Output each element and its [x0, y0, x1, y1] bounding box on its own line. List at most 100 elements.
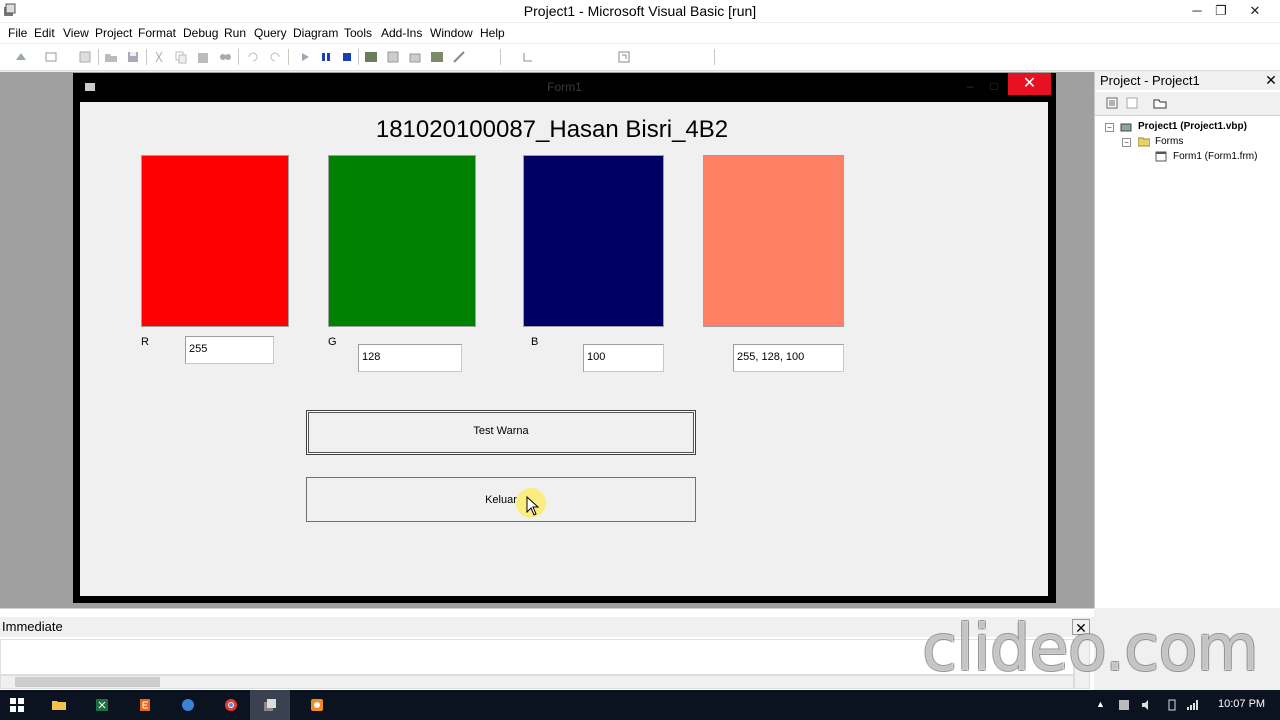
taskbar-clock[interactable]: 10:07 PM [1218, 698, 1265, 710]
exit-button[interactable]: Keluar [306, 477, 696, 522]
volume-icon[interactable] [1141, 699, 1153, 711]
taskbar-excel[interactable] [82, 690, 122, 720]
taskbar-recorder[interactable] [297, 690, 337, 720]
open-project-icon[interactable] [104, 50, 118, 64]
tray-app-icon[interactable] [1118, 699, 1130, 711]
menu-add-ins[interactable]: Add-Ins [381, 26, 422, 40]
toolbar-separator [714, 49, 715, 65]
red-swatch [141, 155, 289, 327]
menu-bar: File Edit View Project Format Debug Run … [0, 23, 1280, 43]
menu-editor-icon[interactable] [78, 50, 92, 64]
test-color-button-label: Test Warna [473, 425, 529, 437]
tray-expand-icon[interactable]: ▲ [1096, 699, 1108, 711]
view-object-icon[interactable] [1125, 96, 1139, 110]
close-button[interactable]: ✕ [1240, 0, 1270, 22]
taskbar-chrome[interactable] [211, 690, 251, 720]
chrome-icon [225, 699, 237, 711]
recorder-icon [311, 699, 323, 711]
undo-icon[interactable] [246, 50, 260, 64]
taskbar-app-e[interactable] [125, 690, 165, 720]
standard-toolbar [0, 44, 1280, 71]
save-project-icon[interactable] [126, 50, 140, 64]
menu-query[interactable]: Query [254, 26, 287, 40]
form-maximize-icon[interactable]: □ [983, 77, 1005, 95]
menu-help[interactable]: Help [480, 26, 505, 40]
immediate-input[interactable] [0, 639, 1074, 675]
label-g: G [328, 336, 337, 348]
test-color-button[interactable]: Test Warna [306, 410, 696, 455]
network-icon[interactable] [1186, 699, 1198, 711]
tree-item-project[interactable]: Project1 (Project1.vbp) [1138, 121, 1247, 132]
project-explorer-toolbar [1095, 92, 1280, 116]
cut-icon[interactable] [152, 50, 166, 64]
project-icon [1120, 123, 1132, 132]
blue-value-input[interactable]: 100 [583, 344, 664, 372]
collapse-forms-icon[interactable]: − [1122, 138, 1131, 147]
menu-tools[interactable]: Tools [344, 26, 372, 40]
menu-run[interactable]: Run [224, 26, 246, 40]
end-icon[interactable] [340, 50, 354, 64]
break-icon[interactable] [319, 50, 333, 64]
project-explorer-title: Project - Project1 [1100, 73, 1200, 88]
object-browser-icon[interactable] [430, 50, 444, 64]
excel-icon [96, 699, 108, 711]
toolbar-separator [288, 49, 289, 65]
add-form-icon[interactable] [44, 50, 58, 64]
windows-start-icon[interactable] [10, 698, 24, 712]
collapse-project-icon[interactable]: − [1105, 123, 1114, 132]
red-value-input[interactable]: 255 [185, 336, 274, 364]
exit-button-label: Keluar [485, 494, 517, 506]
menu-project[interactable]: Project [95, 26, 132, 40]
form-close-button[interactable]: ✕ [1008, 73, 1051, 95]
menu-file[interactable]: File [8, 26, 27, 40]
result-swatch [703, 155, 844, 327]
view-code-icon[interactable] [1105, 96, 1119, 110]
menu-edit[interactable]: Edit [34, 26, 55, 40]
toolbox-icon[interactable] [452, 50, 466, 64]
restore-button[interactable]: ❐ [1206, 0, 1236, 22]
menu-view[interactable]: View [63, 26, 89, 40]
label-r: R [141, 336, 149, 348]
toolbar-separator [98, 49, 99, 65]
immediate-title: Immediate [2, 619, 63, 634]
project-explorer-header: Project - Project1 ✕ [1095, 72, 1280, 90]
paste-icon[interactable] [196, 50, 210, 64]
form1-caption: Form1 [547, 80, 582, 94]
menu-window[interactable]: Window [430, 26, 473, 40]
properties-window-icon[interactable] [386, 50, 400, 64]
horizontal-scroll-thumb[interactable] [15, 677, 160, 687]
globe-icon [182, 699, 194, 711]
taskbar-visual-basic[interactable] [250, 690, 290, 720]
toggle-folders-icon[interactable] [1153, 96, 1167, 110]
project-explorer-icon[interactable] [364, 50, 378, 64]
find-icon[interactable] [218, 50, 232, 64]
add-project-icon[interactable] [14, 50, 28, 64]
form1-client: 181020100087_Hasan Bisri_4B2 R 255 G 128… [80, 102, 1048, 596]
project-explorer-close-button[interactable]: ✕ [1263, 72, 1279, 88]
taskbar-file-explorer[interactable] [39, 690, 79, 720]
tree-item-forms[interactable]: Forms [1155, 136, 1183, 147]
form-minimize-icon[interactable]: – [959, 77, 981, 95]
green-value-input[interactable]: 128 [358, 344, 462, 372]
battery-icon[interactable] [1166, 699, 1178, 711]
redo-icon[interactable] [268, 50, 282, 64]
menu-diagram[interactable]: Diagram [293, 26, 338, 40]
menu-format[interactable]: Format [138, 26, 176, 40]
start-icon[interactable] [298, 50, 312, 64]
window-title: Project1 - Microsoft Visual Basic [run] [523, 3, 757, 19]
tree-item-form1[interactable]: Form1 (Form1.frm) [1173, 151, 1257, 162]
form-layout-icon[interactable] [408, 50, 422, 64]
taskbar-browser[interactable] [168, 690, 208, 720]
folder-icon [1138, 137, 1150, 147]
immediate-horizontal-scrollbar[interactable] [0, 675, 1074, 689]
folder-icon [52, 701, 66, 710]
watermark: clideo.com [922, 612, 1259, 686]
form-heading: 181020100087_Hasan Bisri_4B2 [375, 116, 729, 143]
rgb-value-input[interactable]: 255, 128, 100 [733, 344, 844, 372]
menu-debug[interactable]: Debug [183, 26, 218, 40]
label-b: B [531, 336, 539, 348]
form1-title-bar[interactable]: Form1 – □ ✕ [73, 73, 1056, 101]
copy-icon[interactable] [174, 50, 188, 64]
e-app-icon [140, 699, 150, 711]
size-icon [617, 50, 631, 64]
